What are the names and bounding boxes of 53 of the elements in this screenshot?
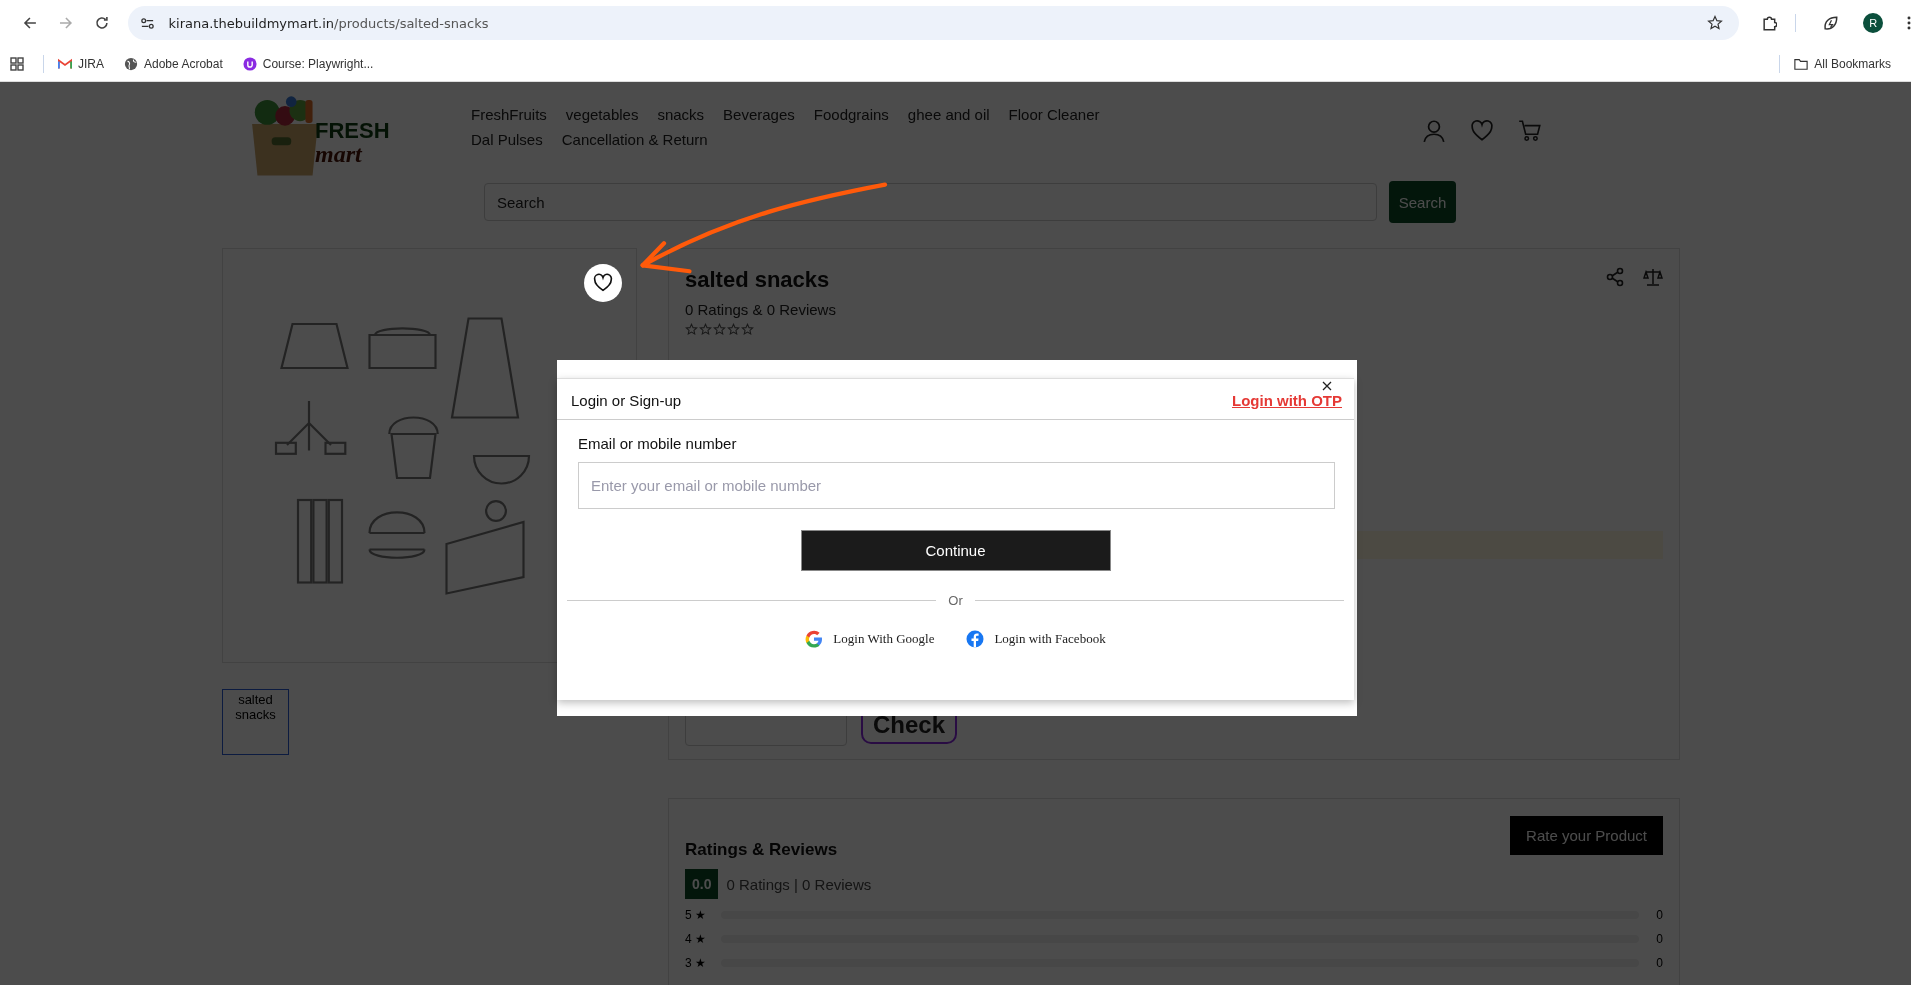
rating-count: 0 <box>1655 908 1663 922</box>
nav-link[interactable]: vegetables <box>565 106 639 123</box>
nav-link[interactable]: Beverages <box>723 106 795 123</box>
star-level-label: 4 ★ <box>685 932 707 946</box>
section-title: Ratings & Reviews <box>685 840 839 860</box>
nav-link[interactable]: Floor Cleaner <box>1008 106 1100 123</box>
rating-count: 0 <box>1655 956 1663 970</box>
gmail-icon <box>58 56 72 71</box>
site-settings-icon[interactable] <box>139 15 155 31</box>
nav-link[interactable]: ghee and oil <box>907 106 990 123</box>
google-icon <box>805 630 824 648</box>
address-bar[interactable]: kirana.thebuildmymart.in/products/salted-snacks <box>127 6 1739 40</box>
globe-icon <box>124 56 138 71</box>
product-title: salted snacks <box>685 267 831 293</box>
facebook-icon <box>966 630 985 648</box>
social-login-link[interactable]: Login with Facebook <box>966 630 1106 648</box>
bookmark-item[interactable]: JIRA <box>58 56 104 71</box>
nav-link[interactable]: snacks <box>657 106 705 123</box>
url-text: kirana.thebuildmymart.in/products/salted-snacks <box>168 15 490 31</box>
rating-count: 0 <box>1655 932 1663 946</box>
apps-icon[interactable] <box>9 55 25 72</box>
nav-link[interactable]: Foodgrains <box>813 106 889 123</box>
puzzle-icon[interactable] <box>1760 14 1778 32</box>
field-label: Email or mobile number <box>578 435 738 452</box>
ratings-count: 0 Ratings | 0 Reviews <box>726 875 872 893</box>
bookmark-item[interactable]: Course: Playwright... <box>242 56 374 71</box>
leaf-icon[interactable] <box>1822 14 1840 32</box>
divider-text: Or <box>948 593 963 608</box>
folder-icon <box>1794 56 1809 71</box>
star-level-label: 5 ★ <box>685 908 707 922</box>
image-alt-text: salted snacks <box>234 693 277 723</box>
reload-icon[interactable] <box>93 15 110 31</box>
nav-link[interactable]: Cancellation & Return <box>561 131 708 148</box>
heart-icon <box>592 272 614 294</box>
continue-button[interactable]: Continue <box>800 530 1111 571</box>
close-button[interactable] <box>1320 379 1334 393</box>
star-level-label: 3 ★ <box>685 956 707 970</box>
profile-avatar[interactable]: R <box>1863 13 1883 33</box>
logo-text: FRESH <box>315 120 390 142</box>
nav-link[interactable]: FreshFruits <box>471 106 547 123</box>
login-otp-link[interactable]: Login with OTP <box>1232 392 1342 409</box>
course-logo-icon <box>242 56 257 71</box>
ratings-summary: 0 Ratings & 0 Reviews <box>685 301 836 318</box>
menu-icon[interactable] <box>1907 15 1911 31</box>
logo-text: mart <box>315 142 364 166</box>
all-bookmarks-button[interactable]: All Bookmarks <box>1794 56 1891 71</box>
back-icon[interactable] <box>22 15 38 31</box>
bookmark-item[interactable]: Adobe Acrobat <box>124 56 223 71</box>
dialog-title: Login or Sign-up <box>571 392 682 409</box>
social-login-link[interactable]: Login With Google <box>805 630 935 648</box>
nav-link[interactable]: Dal Pulses <box>471 131 543 148</box>
bookmark-star-icon[interactable] <box>1706 15 1723 31</box>
email-field[interactable]: Enter your email or mobile number <box>578 462 1335 509</box>
